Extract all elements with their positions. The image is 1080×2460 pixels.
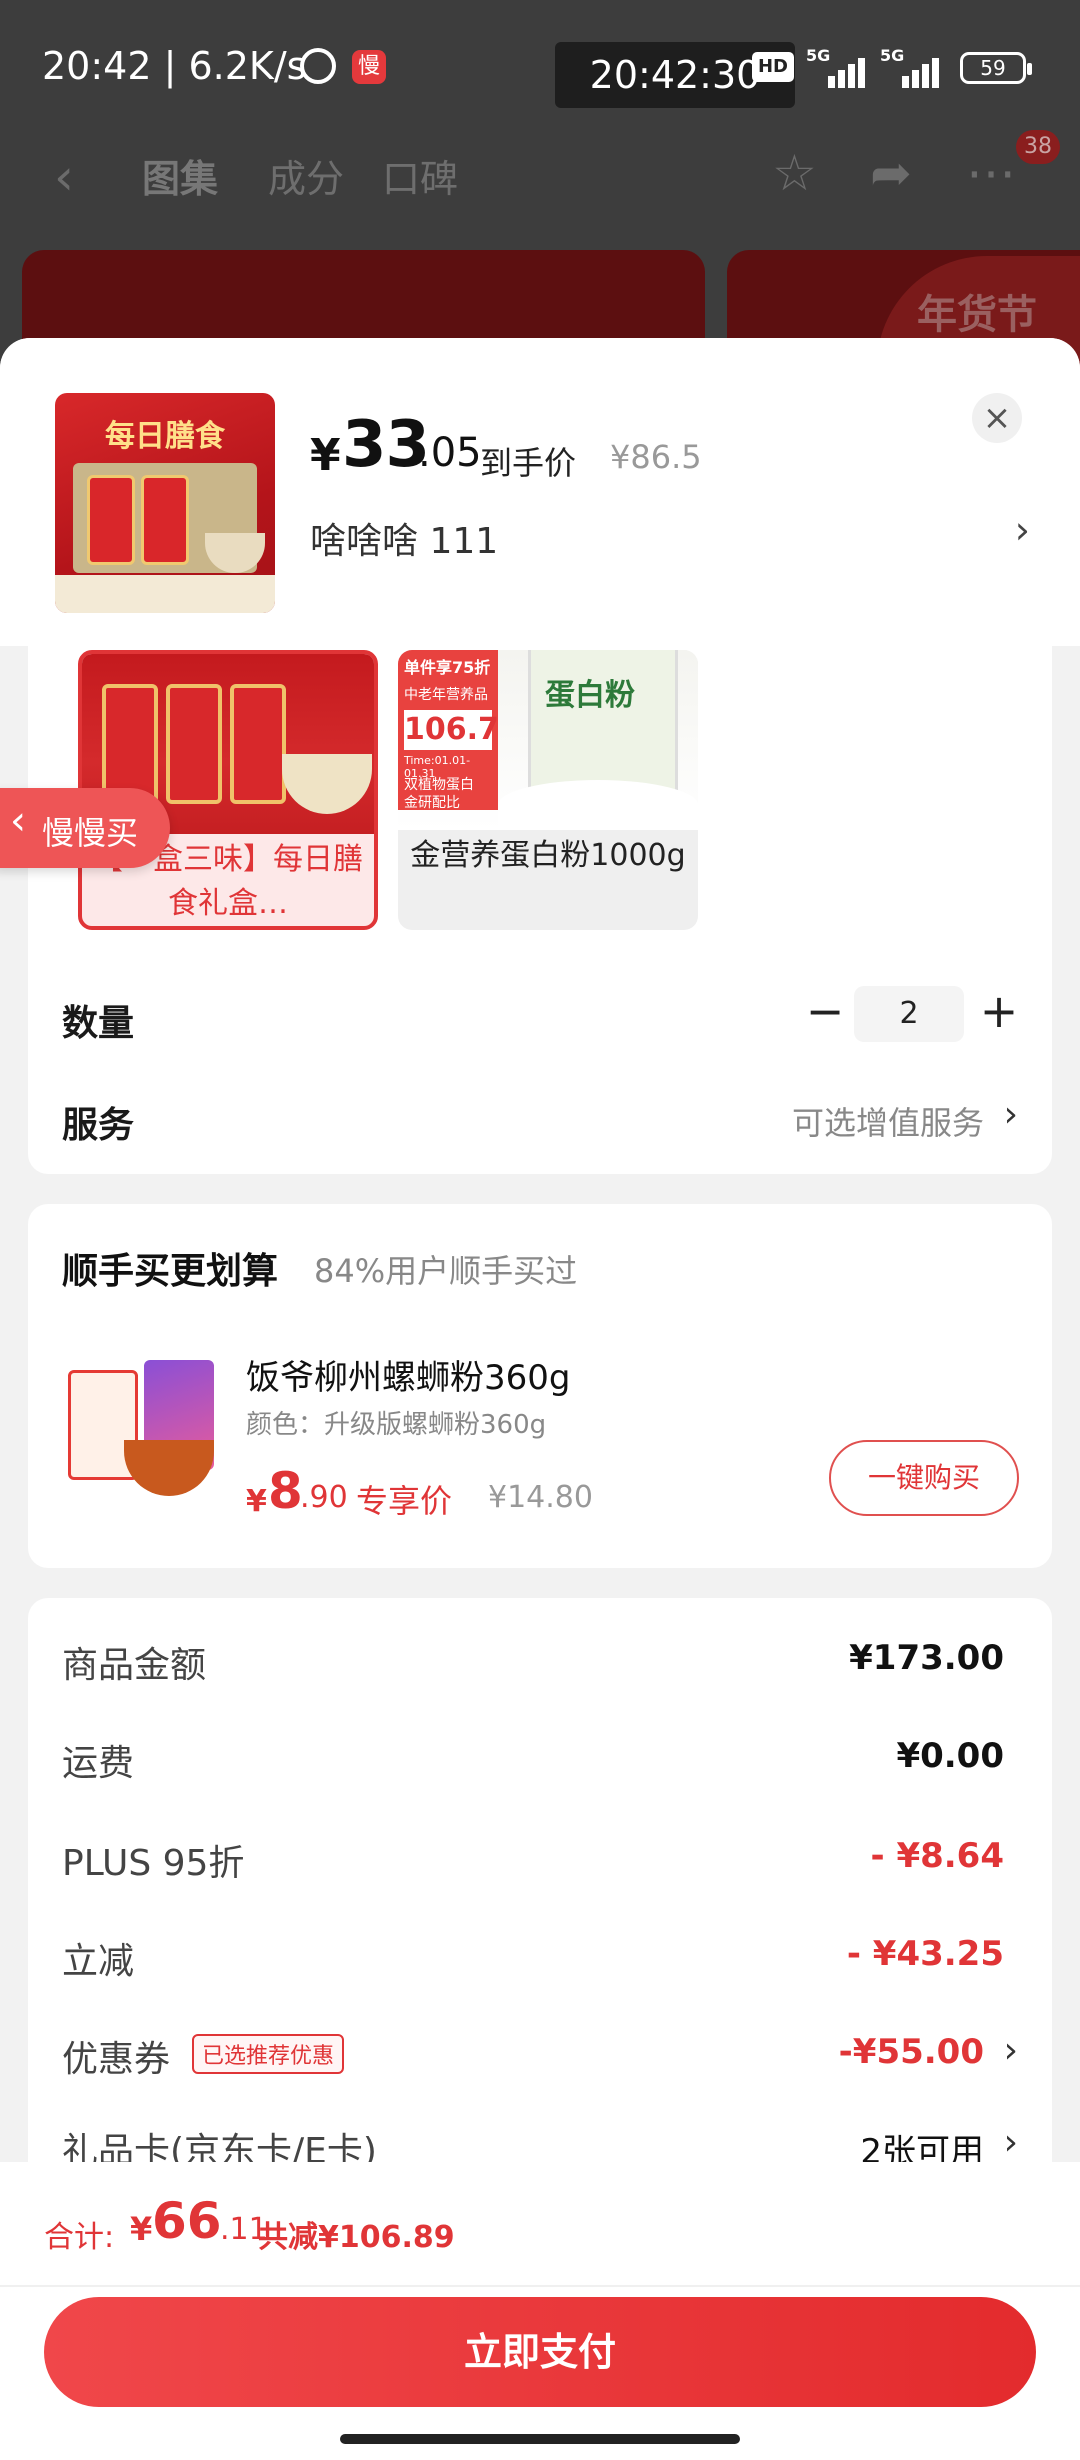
status-bar: 20:42 | 6.2K/s 慢 20:42:30 HD 5G 5G 59 bbox=[0, 0, 1080, 130]
more-icon[interactable]: ⋯ bbox=[966, 144, 1016, 202]
battery-icon: 59 bbox=[960, 52, 1032, 84]
upsell-title: 顺手买更划算 bbox=[62, 1251, 279, 1292]
slow-buy-label: 慢慢买 bbox=[42, 814, 139, 852]
sheet-header: 每日膳食 ¥ 33 .05 到手价 ¥86.5 × 啥啥啥 111 › bbox=[0, 338, 1080, 646]
upsell-subtitle: 84%用户顺手买过 bbox=[314, 1252, 578, 1290]
slow-app-icon: 慢 bbox=[352, 50, 386, 84]
checkout-bar: 合计: ¥ 66 .11 共减¥106.89 立即支付 bbox=[0, 2162, 1080, 2460]
summary-row-subtotal: 商品金额 ¥173.00 bbox=[62, 1638, 1004, 1686]
chevron-left-icon: ‹ bbox=[10, 798, 26, 844]
chevron-right-icon: › bbox=[1014, 508, 1030, 552]
back-chevron-icon[interactable]: ‹ bbox=[54, 148, 74, 206]
service-value[interactable]: 可选增值服务 bbox=[792, 1098, 984, 1144]
chevron-right-icon: › bbox=[1003, 2030, 1018, 2071]
upsell-product-thumbnail[interactable] bbox=[64, 1340, 224, 1500]
price-summary-card: 商品金额 ¥173.00 运费 ¥0.00 PLUS 95折 - ¥8.64 立… bbox=[28, 1598, 1052, 2218]
option-protein-powder[interactable]: 单件享75折 中老年营养品 106.7 Time:01.01-01.31 双植物… bbox=[398, 650, 698, 930]
tab-ingredients[interactable]: 成分 bbox=[268, 148, 344, 203]
summary-row-coupon[interactable]: 优惠券 已选推荐优惠 -¥55.00 › bbox=[28, 2024, 1052, 2084]
pay-now-button[interactable]: 立即支付 bbox=[44, 2297, 1036, 2407]
background-nav-bar: ‹ 图集 成分 口碑 ☆ ➦ ⋯ 38 bbox=[0, 130, 1080, 230]
one-click-buy-button[interactable]: 一键购买 bbox=[829, 1440, 1019, 1516]
product-thumbnail: 每日膳食 bbox=[55, 393, 275, 613]
tab-reviews[interactable]: 口碑 bbox=[382, 148, 458, 203]
quantity-input[interactable]: 2 bbox=[854, 986, 964, 1042]
thumbnail-title: 每日膳食 bbox=[105, 419, 225, 454]
upsell-product-spec: 颜色：升级版螺蛳粉360g bbox=[246, 1410, 547, 1440]
slow-buy-tab[interactable]: ‹ 慢慢买 bbox=[0, 788, 170, 868]
summary-row-shipping: 运费 ¥0.00 bbox=[62, 1736, 1004, 1784]
options-card: 【一盒三味】每日膳食礼盒… 单件享75折 中老年营养品 106.7 Time:0… bbox=[28, 598, 1052, 1174]
signal-icon-2: 5G bbox=[880, 46, 950, 88]
total-label: 合计: bbox=[44, 2220, 115, 2255]
quantity-decrease-button[interactable]: − bbox=[800, 988, 850, 1038]
summary-row-instant-discount: 立减 - ¥43.25 bbox=[62, 1934, 1004, 1982]
chevron-right-icon: › bbox=[1003, 2122, 1018, 2163]
share-icon[interactable]: ➦ bbox=[870, 144, 912, 202]
notification-badge: 38 bbox=[1016, 130, 1060, 164]
option-image: 单件享75折 中老年营养品 106.7 Time:01.01-01.31 双植物… bbox=[398, 650, 698, 830]
price-currency: ¥ bbox=[310, 430, 341, 481]
total-saving: 共减¥106.89 bbox=[258, 2220, 455, 2255]
chevron-right-icon[interactable]: › bbox=[1004, 1094, 1018, 1135]
coupon-recommended-tag: 已选推荐优惠 bbox=[192, 2034, 345, 2074]
quantity-increase-button[interactable]: + bbox=[974, 988, 1024, 1038]
upsell-card: 顺手买更划算 84%用户顺手买过 饭爷柳州螺蛳粉360g 颜色：升级版螺蛳粉36… bbox=[28, 1204, 1052, 1568]
total-integer: 66 bbox=[152, 2192, 222, 2250]
selected-variant-row[interactable]: 啥啥啥 111 › bbox=[310, 504, 1030, 564]
price-decimal: .05 bbox=[418, 430, 482, 476]
alarm-icon bbox=[300, 48, 336, 84]
star-icon[interactable]: ☆ bbox=[772, 144, 817, 202]
upsell-original-price: ¥14.80 bbox=[488, 1480, 593, 1515]
purchase-sheet: 每日膳食 ¥ 33 .05 到手价 ¥86.5 × 啥啥啥 111 › 【一盒三… bbox=[0, 338, 1080, 2460]
quantity-label: 数量 bbox=[62, 1003, 135, 1044]
option-label: 金营养蛋白粉1000g bbox=[410, 838, 686, 873]
final-price-tag: 到手价 bbox=[480, 444, 577, 482]
selected-variant: 啥啥啥 111 bbox=[310, 521, 499, 562]
original-price: ¥86.5 bbox=[610, 438, 702, 476]
home-indicator[interactable] bbox=[340, 2434, 740, 2444]
summary-row-plus-discount: PLUS 95折 - ¥8.64 bbox=[62, 1836, 1004, 1884]
divider bbox=[0, 2285, 1080, 2287]
total-currency: ¥ bbox=[130, 2210, 153, 2248]
hd-voice-icon: HD bbox=[752, 52, 794, 82]
tab-gallery[interactable]: 图集 bbox=[142, 148, 218, 203]
status-time-speed: 20:42 | 6.2K/s bbox=[42, 44, 307, 88]
exclusive-price-tag: 专享价 bbox=[356, 1482, 453, 1520]
signal-icon: 5G bbox=[806, 46, 876, 88]
price-integer: 33 bbox=[342, 408, 430, 482]
upsell-product-name[interactable]: 饭爷柳州螺蛳粉360g bbox=[246, 1350, 570, 1399]
service-label: 服务 bbox=[62, 1105, 135, 1146]
close-icon[interactable]: × bbox=[972, 393, 1022, 443]
